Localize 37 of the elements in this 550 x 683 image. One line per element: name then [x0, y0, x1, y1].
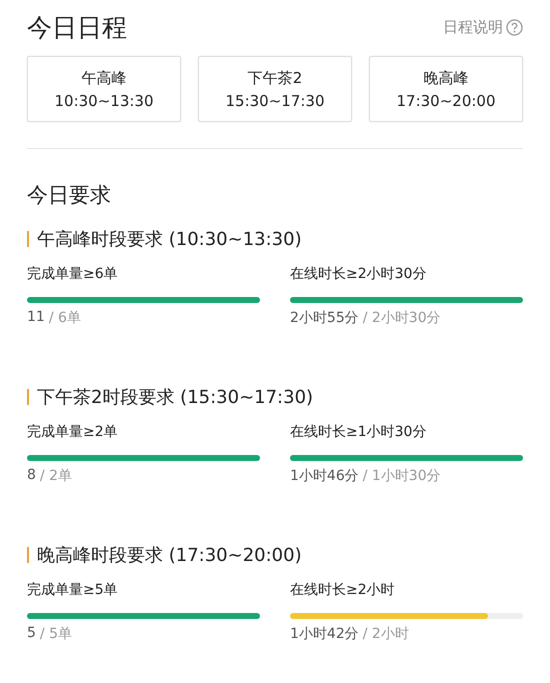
schedule-card[interactable]: 下午茶2 15:30~17:30: [198, 56, 352, 122]
help-icon: [506, 18, 523, 36]
period-name: 下午茶2: [248, 68, 302, 88]
requirement-label: 完成单量≥2单: [27, 423, 119, 441]
requirement-title: 下午茶2时段要求 (15:30~17:30): [37, 386, 314, 409]
requirement-title: 午高峰时段要求 (10:30~13:30): [37, 228, 302, 251]
requirement-label: 在线时长≥2小时: [290, 581, 396, 599]
current-value: 2小时55分: [290, 309, 359, 327]
requirement-label: 在线时长≥1小时30分: [290, 423, 428, 441]
period-time: 10:30~13:30: [54, 92, 154, 110]
period-time: 17:30~20:00: [396, 92, 496, 110]
current-value: 1小时46分: [290, 467, 359, 485]
schedule-card[interactable]: 午高峰 10:30~13:30: [27, 56, 181, 122]
current-value: 1小时42分: [290, 625, 359, 643]
page-title: 今日日程: [27, 12, 127, 44]
section-title: 今日要求: [27, 182, 112, 209]
current-value: 11: [27, 309, 45, 327]
goal-value: / 2小时30分: [362, 309, 441, 327]
requirement-label: 完成单量≥6单: [27, 265, 119, 283]
schedule-help-link[interactable]: 日程说明: [443, 18, 523, 36]
schedule-card[interactable]: 晚高峰 17:30~20:00: [369, 56, 523, 122]
goal-value: / 5单: [40, 625, 72, 643]
goal-value: / 2小时: [362, 625, 409, 643]
period-time: 15:30~17:30: [225, 92, 325, 110]
requirement-label: 完成单量≥5单: [27, 581, 119, 599]
current-value: 5: [27, 625, 36, 643]
period-name: 午高峰: [82, 68, 126, 88]
goal-value: / 6单: [48, 309, 81, 327]
goal-value: / 2单: [40, 467, 72, 485]
period-name: 晚高峰: [424, 68, 468, 88]
accent-bar: [27, 547, 29, 563]
goal-value: / 1小时30分: [362, 467, 441, 485]
requirement-title: 晚高峰时段要求 (17:30~20:00): [37, 544, 302, 567]
current-value: 8: [27, 467, 36, 485]
accent-bar: [27, 389, 29, 405]
accent-bar: [27, 231, 29, 247]
requirement-label: 在线时长≥2小时30分: [290, 265, 428, 283]
